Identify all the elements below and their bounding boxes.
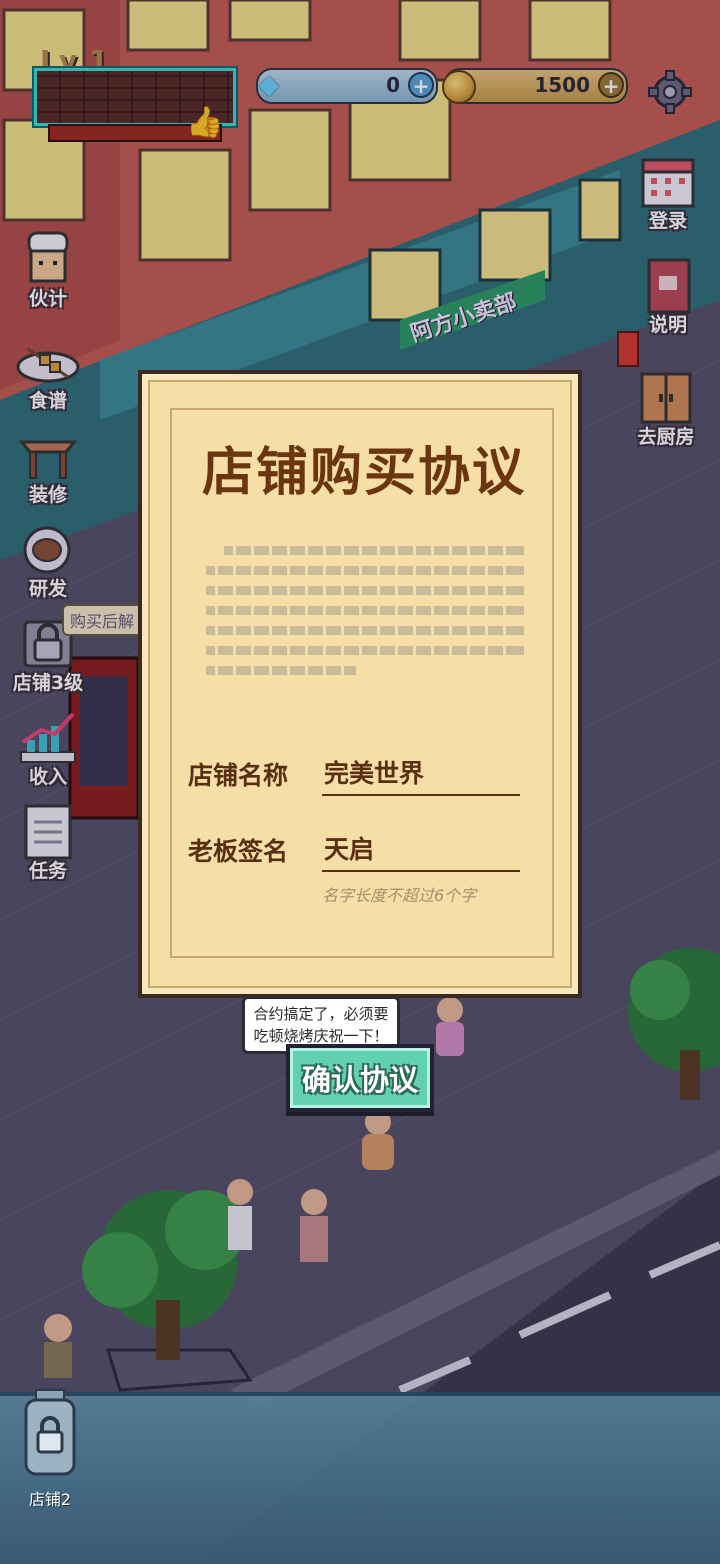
contract-terms-placeholder bbox=[206, 546, 524, 682]
contract-dialog: 店铺购买协议 店铺名称 完美世界 老板签名 天启 名字长度不超过6个字 bbox=[138, 370, 582, 998]
name-length-hint: 名字长度不超过6个字 bbox=[322, 886, 477, 905]
bottom-panel bbox=[0, 1392, 720, 1564]
shop2-button[interactable]: 店铺2 bbox=[18, 1384, 82, 1510]
store-name-label: 店铺名称 bbox=[188, 761, 289, 790]
boss-sign-field[interactable]: 天启 bbox=[322, 830, 520, 872]
contract-title: 店铺购买协议 bbox=[201, 443, 526, 503]
boss-sign-label: 老板签名 bbox=[188, 837, 289, 866]
shop2-label: 店铺2 bbox=[28, 1490, 72, 1509]
locked-jar-icon bbox=[24, 1389, 76, 1476]
confirm-agreement-button[interactable]: 确认协议 bbox=[286, 1044, 434, 1112]
store-name-field[interactable]: 完美世界 bbox=[322, 754, 520, 796]
